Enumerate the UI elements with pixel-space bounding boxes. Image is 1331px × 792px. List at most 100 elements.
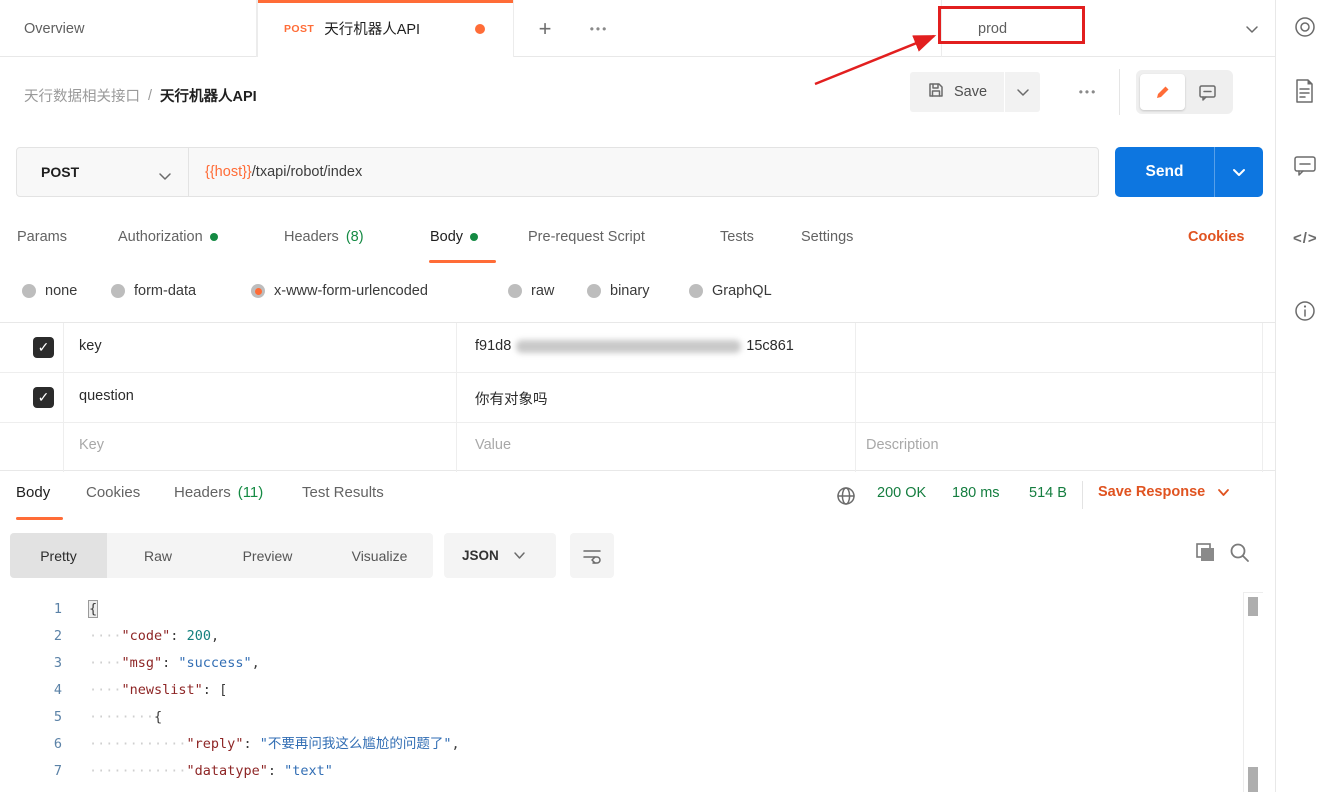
table-row: ✓ key f91d8 15c861 (0, 323, 1275, 373)
url-input[interactable]: {{host}}/txapi/robot/index (189, 164, 362, 180)
tab-params[interactable]: Params (17, 229, 67, 245)
line-content: ····"newslist": [ (89, 677, 227, 704)
response-scrollbar[interactable] (1243, 592, 1263, 792)
breadcrumb-folder[interactable]: 天行数据相关接口 (24, 85, 140, 106)
param-key-cell[interactable]: key (79, 338, 102, 354)
radio-none[interactable]: none (22, 283, 77, 299)
line-content: ············"reply": "不要再问我这么尴尬的问题了", (89, 731, 460, 758)
chevron-down-icon (1217, 488, 1230, 497)
breadcrumb-current[interactable]: 天行机器人API (160, 85, 257, 106)
tab-tests[interactable]: Tests (720, 229, 754, 245)
view-raw[interactable]: Raw (107, 533, 209, 578)
save-button[interactable]: Save (910, 72, 1004, 112)
url-path: /txapi/robot/index (252, 164, 362, 180)
line-number: 1 (0, 596, 62, 623)
comment-icon (1198, 83, 1217, 101)
view-pretty[interactable]: Pretty (10, 533, 107, 578)
row-checkbox-checked[interactable]: ✓ (33, 337, 54, 358)
radio-icon (689, 284, 703, 298)
key-placeholder-cell[interactable]: Key (79, 437, 104, 453)
eye-icon (1293, 15, 1317, 39)
tab-method-badge: POST (284, 23, 314, 35)
view-visualize[interactable]: Visualize (326, 533, 433, 578)
tab-settings[interactable]: Settings (801, 229, 853, 245)
param-value-cell[interactable]: 你有对象吗 (475, 388, 548, 409)
save-options-button[interactable] (1005, 72, 1040, 112)
request-more-actions-button[interactable]: ••• (1068, 72, 1108, 112)
radio-binary[interactable]: binary (587, 283, 650, 299)
tab-headers[interactable]: Headers(8) (284, 229, 364, 245)
radio-raw[interactable]: raw (508, 283, 554, 299)
scrollbar-thumb[interactable] (1248, 767, 1258, 792)
response-tab-body[interactable]: Body (16, 484, 50, 501)
response-size-badge[interactable]: 514 B (1029, 485, 1067, 501)
radio-x-www-form-urlencoded[interactable]: x-www-form-urlencoded (251, 283, 428, 299)
param-value-cell[interactable]: f91d8 15c861 (475, 338, 794, 354)
line-content: ············"datatype": "text" (89, 758, 333, 785)
chevron-down-icon (1245, 22, 1259, 38)
scrollbar-thumb[interactable] (1248, 597, 1258, 616)
documentation-button[interactable] (1293, 78, 1317, 109)
value-placeholder-cell[interactable]: Value (475, 437, 511, 453)
tab-request-active[interactable]: POST 天行机器人API (257, 0, 514, 57)
param-key-cell[interactable]: question (79, 388, 134, 404)
row-checkbox-checked[interactable]: ✓ (33, 387, 54, 408)
active-tab-underline (429, 260, 496, 263)
search-icon (1228, 541, 1252, 565)
save-button-label: Save (954, 84, 987, 100)
radio-icon (508, 284, 522, 298)
comment-mode-button[interactable] (1185, 74, 1229, 110)
response-time-badge[interactable]: 180 ms (952, 485, 1000, 501)
line-content: ····"msg": "success", (89, 650, 260, 677)
add-tab-button[interactable]: + (530, 0, 560, 57)
edit-mode-button[interactable] (1140, 74, 1185, 110)
tab-overview[interactable]: Overview (0, 0, 257, 57)
comments-button[interactable] (1293, 154, 1317, 183)
value-prefix: f91d8 (475, 338, 511, 354)
send-options-button[interactable] (1215, 147, 1263, 197)
table-row: ✓ question 你有对象吗 (0, 373, 1275, 423)
code-line: 5········{ (0, 704, 1243, 731)
environment-selector[interactable]: prod (941, 0, 1275, 57)
radio-graphql[interactable]: GraphQL (689, 283, 772, 299)
response-body-json: 1{2····"code": 200,3····"msg": "success"… (0, 590, 1243, 792)
tab-pre-request-script[interactable]: Pre-request Script (528, 229, 645, 245)
method-value: POST (41, 164, 79, 180)
request-tabs: Params Authorization Headers(8) Body Pre… (0, 213, 1275, 265)
tab-overview-label: Overview (24, 21, 84, 37)
active-response-tab-underline (16, 517, 63, 520)
method-selector[interactable]: POST (17, 148, 189, 196)
tab-authorization[interactable]: Authorization (118, 229, 218, 245)
environment-quick-look-button[interactable] (1293, 15, 1317, 44)
response-status-badge[interactable]: 200 OK (877, 485, 926, 501)
wrap-lines-button[interactable] (570, 533, 614, 578)
value-suffix: 15c861 (746, 338, 794, 354)
headers-count: (8) (346, 229, 364, 245)
wrap-text-icon (582, 547, 602, 565)
tab-bar: Overview POST 天行机器人API + ••• prod (0, 0, 1275, 57)
globe-icon[interactable] (836, 486, 856, 511)
response-tab-headers[interactable]: Headers(11) (174, 484, 263, 501)
cookies-link[interactable]: Cookies (1188, 229, 1244, 245)
divider (1082, 481, 1083, 509)
code-line: 4····"newslist": [ (0, 677, 1243, 704)
response-tab-test-results[interactable]: Test Results (302, 484, 384, 501)
copy-response-button[interactable] (1194, 541, 1216, 570)
tab-body[interactable]: Body (430, 229, 478, 245)
view-preview[interactable]: Preview (209, 533, 326, 578)
radio-form-data[interactable]: form-data (111, 283, 196, 299)
code-snippet-button[interactable]: </> (1293, 230, 1318, 247)
search-response-button[interactable] (1228, 541, 1252, 570)
save-response-button[interactable]: Save Response (1098, 484, 1230, 500)
response-tab-cookies[interactable]: Cookies (86, 484, 140, 501)
code-line: 6············"reply": "不要再问我这么尴尬的问题了", (0, 731, 1243, 758)
tab-options-button[interactable]: ••• (578, 0, 620, 57)
code-lines: 1{2····"code": 200,3····"msg": "success"… (0, 596, 1243, 785)
description-placeholder-cell[interactable]: Description (866, 437, 939, 453)
chevron-down-icon (513, 551, 526, 560)
right-sidebar: </> (1275, 0, 1331, 792)
language-selector[interactable]: JSON (444, 533, 556, 578)
info-button[interactable] (1293, 299, 1317, 328)
line-number: 7 (0, 758, 62, 785)
send-button[interactable]: Send (1115, 147, 1215, 197)
